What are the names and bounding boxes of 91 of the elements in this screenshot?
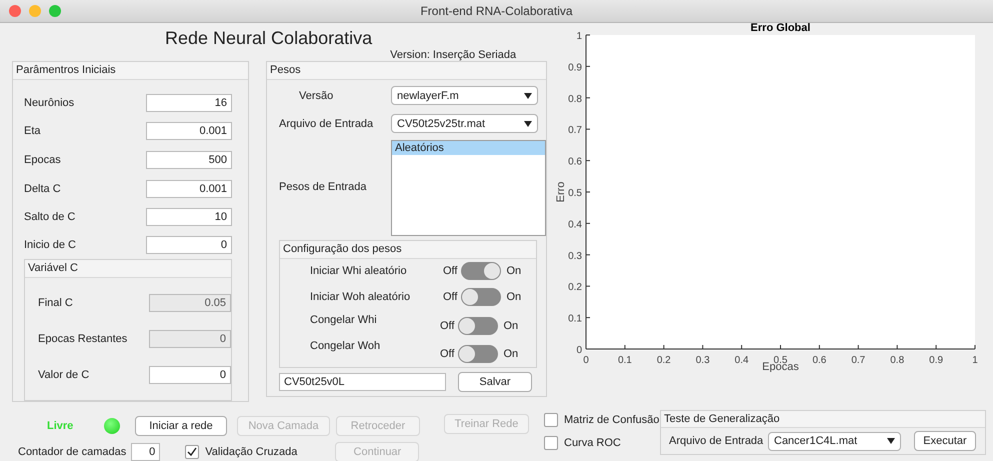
toggle-label: Congelar Whi: [309, 314, 378, 326]
toggle-label: Iniciar Whi aleatório: [309, 265, 408, 278]
panel-title: Configuração dos pesos: [280, 241, 536, 259]
x-tick-label: 0.9: [929, 355, 944, 366]
checkbox[interactable]: [185, 445, 200, 459]
toggle-switch[interactable]: [458, 316, 498, 335]
x-tick-label: 0.3: [696, 355, 710, 366]
action-button[interactable]: Iniciar a rede: [135, 416, 227, 436]
y-tick-label: 0: [576, 345, 582, 356]
off-label: Off: [443, 291, 458, 304]
y-tick-label: 0.2: [568, 282, 582, 294]
x-tick-label: 0.2: [656, 355, 671, 366]
x-axis-label: Epocas: [762, 361, 799, 372]
x-tick-label: 1: [972, 355, 978, 366]
on-label: On: [506, 265, 522, 278]
panel-title: Parâmentros Iniciais: [13, 62, 248, 80]
field-label: Contador de camadas: [18, 446, 126, 458]
input-field[interactable]: 10: [146, 208, 232, 226]
y-tick-label: 0.9: [568, 62, 582, 74]
x-tick-label: 0.6: [812, 355, 826, 366]
off-label: Off: [440, 348, 454, 360]
list-item[interactable]: Aleatórios: [392, 140, 545, 155]
checkbox[interactable]: [544, 436, 558, 450]
x-tick-label: 0.1: [618, 355, 632, 366]
off-label: Off: [440, 320, 454, 332]
caret-icon: [524, 92, 532, 99]
dropdown[interactable]: Cancer1C4L.mat: [768, 432, 901, 451]
toggle-label: Iniciar Woh aleatório: [309, 291, 412, 304]
input-field[interactable]: CV50t25v0L: [279, 373, 446, 392]
field-label: Epocas: [23, 154, 62, 166]
field-label: Epocas Restantes: [37, 332, 128, 345]
field-label: Pesos de Entrada: [278, 181, 368, 194]
input-field[interactable]: 16: [146, 94, 232, 112]
input-field[interactable]: 500: [146, 151, 232, 170]
y-tick-label: 0.8: [568, 94, 582, 105]
y-tick-label: 1: [576, 31, 582, 42]
on-label: On: [503, 348, 518, 360]
app-heading: Rede Neural Colaborativa: [165, 28, 372, 50]
field-label: Neurônios: [23, 96, 76, 109]
dropdown[interactable]: CV50t25v25tr.mat: [391, 114, 538, 134]
on-label: On: [506, 291, 522, 304]
x-tick-label: 0.7: [851, 355, 866, 366]
toggle-switch[interactable]: [458, 345, 498, 364]
field-label: Delta C: [23, 182, 62, 195]
field-label: Valor de C: [37, 368, 90, 381]
y-tick-label: 0.3: [568, 250, 582, 262]
caret-icon: [887, 438, 895, 444]
field-label: Arquivo de Entrada: [669, 435, 764, 448]
y-tick-label: 0.5: [568, 188, 582, 199]
window-title: Front-end RNA-Colaborativa: [420, 4, 573, 18]
y-tick-label: 0.7: [568, 125, 582, 136]
checkbox-label: Curva ROC: [564, 437, 621, 449]
save-button[interactable]: Salvar: [458, 372, 532, 392]
input-field[interactable]: 0.001: [146, 180, 232, 198]
panel-title: Variável C: [25, 260, 231, 278]
caret-icon: [524, 120, 532, 127]
y-tick-label: 0.4: [568, 219, 582, 230]
version-text: Version: Inserção Seriada: [390, 49, 516, 62]
x-tick-label: 0.8: [890, 355, 904, 366]
y-tick-label: 0.1: [568, 314, 582, 325]
checkbox-label: Matriz de Confusão: [564, 414, 660, 426]
input-field[interactable]: 0.001: [146, 122, 232, 140]
toggle-switch[interactable]: [461, 288, 502, 306]
checkbox[interactable]: [544, 413, 558, 427]
dropdown[interactable]: newlayerF.m: [391, 86, 538, 106]
field-label: Salto de C: [23, 211, 76, 224]
execute-button[interactable]: Executar: [914, 431, 976, 452]
input-field[interactable]: 0: [146, 236, 232, 254]
on-label: On: [503, 320, 518, 332]
status-text: Livre: [47, 420, 74, 432]
panel-title: Pesos: [267, 62, 546, 80]
x-tick-label: 0.4: [734, 355, 749, 366]
field-label: Final C: [37, 296, 74, 309]
chart-title: Erro Global: [750, 22, 810, 34]
toggle-label: Congelar Woh: [309, 340, 382, 352]
panel-title: Teste de Generalização: [661, 411, 985, 428]
maximize-icon[interactable]: [49, 5, 61, 17]
x-tick-label: 0: [583, 355, 589, 366]
toggle-switch[interactable]: [461, 262, 502, 280]
field-label: Eta: [23, 125, 42, 138]
field-label: Versão: [298, 90, 334, 102]
input-field[interactable]: 0: [148, 366, 231, 384]
y-tick-label: 0.6: [568, 156, 582, 168]
checkbox-label: Validação Cruzada: [205, 446, 298, 458]
off-label: Off: [443, 265, 458, 278]
close-icon[interactable]: [9, 5, 21, 17]
input-field[interactable]: 0: [131, 443, 160, 461]
y-axis-label: Erro: [555, 182, 567, 202]
status-led-icon: [104, 418, 120, 434]
field-label: Arquivo de Entrada: [278, 118, 374, 130]
field-label: Inicio de C: [23, 238, 77, 251]
